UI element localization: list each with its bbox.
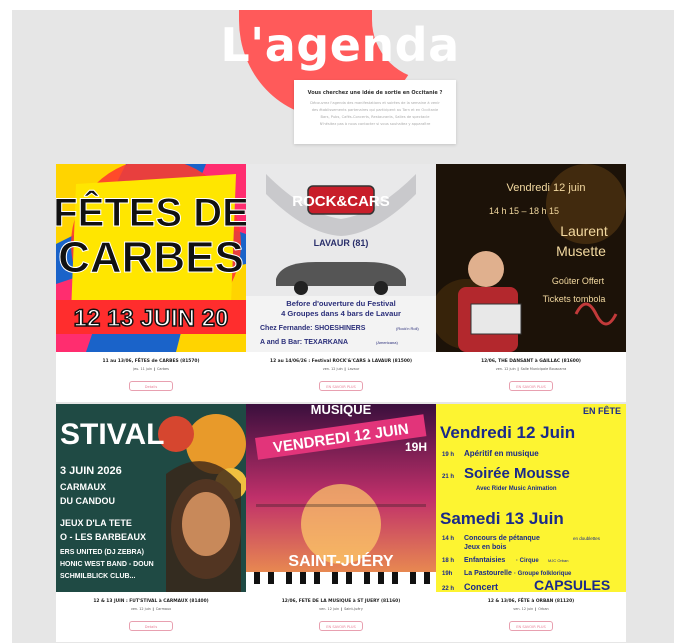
poster-text: CARBES (58, 233, 244, 282)
more-info-button[interactable]: EN SAVOIR PLUS (509, 381, 553, 391)
event-title[interactable]: 12/06, THE DANSANT à GAILLAC (81600) (436, 359, 626, 364)
event-poster[interactable]: Vendredi 12 juin 14 h 15 – 18 h 15 Laure… (436, 164, 626, 352)
more-info-button[interactable]: EN SAVOIR PLUS (509, 621, 553, 631)
event-card[interactable]: EN FÊTE Vendredi 12 Juin 19 h Apéritif e… (436, 404, 626, 642)
more-info-button[interactable]: EN SAVOIR PLUS (319, 381, 363, 391)
poster-text: Soirée Mousse (464, 465, 570, 482)
event-card[interactable]: Vendredi 12 juin 14 h 15 – 18 h 15 Laure… (436, 164, 626, 402)
more-info-button[interactable]: EN SAVOIR PLUS (319, 621, 363, 631)
event-poster[interactable]: ROCK&CARS LAVAUR (81) Before d'ouverture… (246, 164, 436, 352)
intro-box: Vous cherchez une idée de sortie en Occi… (294, 80, 456, 144)
poster-text: (Rock'n Roll) (396, 326, 419, 331)
event-poster[interactable]: STIVAL 3 JUIN 2026 CARMAUX DU CANDOU JEU… (56, 404, 246, 592)
poster-text: CARMAUX (60, 482, 106, 492)
poster-text: · Cirque (516, 558, 539, 564)
poster-text: Apéritif en musique (464, 449, 539, 458)
event-meta: ven. 12 juin ❙ Lavaur (322, 367, 360, 371)
event-title[interactable]: 12 au 14/06/26 : Festival ROCK'&'CARS à … (246, 359, 436, 364)
event-meta: ven. 12 juin ❙ Orban (513, 607, 549, 611)
poster-text: 12 13 JUIN 20 (74, 305, 229, 332)
poster-text: SCHMILBLICK CLUB... (60, 573, 135, 580)
poster-text: Before d'ouverture du Festival (286, 299, 395, 308)
event-title[interactable]: 11 au 13/06, FÊTES de CARBES (81570) (56, 359, 246, 364)
event-meta: ven. 12 juin ❙ Saint-Juéry (319, 607, 363, 611)
poster-text: 18 h (442, 558, 454, 564)
poster-text: en doublettes (573, 536, 601, 541)
poster-text: 14 h (442, 536, 454, 542)
event-card[interactable]: STIVAL 3 JUIN 2026 CARMAUX DU CANDOU JEU… (56, 404, 246, 642)
page: L'agenda Vous cherchez une idée de sorti… (0, 0, 680, 643)
event-meta: ven. 12 juin ❙ Salle Municipale Bouscarr… (495, 367, 567, 371)
poster-text: 19h (442, 571, 453, 577)
intro-line: N'hésitez pas à nous contacter si vous s… (319, 122, 431, 126)
poster-text: ROCK&CARS (292, 193, 390, 210)
event-meta: jeu. 11 juin ❙ Carbes (133, 367, 169, 371)
page-title: L'agenda (220, 18, 460, 72)
poster-text: Laurent (560, 223, 608, 239)
poster-text: Vendredi 12 juin (507, 182, 586, 194)
poster-text: JEUX D'LA TETE (60, 518, 132, 528)
details-button[interactable]: Details (129, 381, 173, 391)
poster-text: 3 JUIN 2026 (60, 465, 122, 477)
poster-text: ERS UNITED (DJ ZEBRA) (60, 549, 144, 556)
poster-text: SAINT-JUÉRY (288, 551, 394, 570)
poster-text: HONIC WEST BAND - DOUN (60, 561, 154, 568)
intro-line: Découvrez l'agenda des manifestations et… (310, 101, 440, 105)
poster-text: STIVAL (60, 418, 164, 451)
poster-text: MJC Orban (548, 558, 568, 563)
event-card[interactable]: FÊTES DE CARBES 12 13 JUIN 20 11 au 13/0… (56, 164, 246, 402)
event-title[interactable]: 12 & 13/06, FÊTE à ORBAN (81120) (436, 599, 626, 604)
poster-text: 21 h (442, 474, 454, 480)
event-poster[interactable]: MUSIQUE VENDREDI 12 JUIN 19H SAINT-JUÉRY (246, 404, 436, 592)
poster-text: Enfantaisies (464, 557, 505, 564)
poster-text: Samedi 13 Juin (440, 509, 564, 528)
details-button[interactable]: Details (129, 621, 173, 631)
poster-text: Concert (464, 582, 498, 592)
poster-text: 14 h 15 – 18 h 15 (489, 206, 559, 216)
poster-text: Goûter Offert (552, 276, 605, 286)
event-card[interactable]: MUSIQUE VENDREDI 12 JUIN 19H SAINT-JUÉRY… (246, 404, 436, 642)
poster-text: LAVAUR (81) (314, 238, 369, 248)
poster-text: (Americana) (376, 340, 398, 345)
poster-text: 19H (405, 440, 427, 454)
poster-text: 4 Groupes dans 4 bars de Lavaur (281, 309, 401, 318)
event-title[interactable]: 12 & 13 JUIN : FUT'STIVAL à CARMAUX (814… (56, 599, 246, 604)
poster-text: DU CANDOU (60, 496, 115, 506)
poster-text: A and B Bar: TEXARKANA (260, 339, 348, 346)
poster-text: Avec Rider Music Animation (476, 486, 557, 492)
poster-text: Musette (556, 243, 606, 259)
event-poster[interactable]: EN FÊTE Vendredi 12 Juin 19 h Apéritif e… (436, 404, 626, 592)
intro-text: Découvrez l'agenda des manifestations et… (294, 100, 456, 128)
poster-text: Jeux en bois (464, 544, 507, 551)
poster-text: EN FÊTE (583, 405, 621, 416)
poster-text: 19 h (442, 452, 454, 458)
poster-text: MUSIQUE (311, 404, 372, 417)
event-card[interactable]: ROCK&CARS LAVAUR (81) Before d'ouverture… (246, 164, 436, 402)
poster-text: Concours de pétanque (464, 535, 540, 542)
event-meta: ven. 12 juin ❙ Carmaux (130, 607, 172, 611)
poster-text: La Pastourelle (464, 570, 512, 577)
poster-text: Chez Fernande: SHOESHINERS (260, 325, 366, 332)
poster-text: Vendredi 12 Juin (440, 423, 575, 442)
poster-text: CAPSULES (534, 577, 610, 592)
event-title[interactable]: 12/06, FETE DE LA MUSIQUE à ST JUERY (81… (246, 599, 436, 604)
event-poster[interactable]: FÊTES DE CARBES 12 13 JUIN 20 (56, 164, 246, 352)
poster-text: Tickets tombola (543, 294, 606, 304)
intro-heading: Vous cherchez une idée de sortie en Occi… (307, 90, 443, 96)
poster-text: O - LES BARBEAUX (60, 532, 146, 542)
poster-text: 22 h (442, 586, 454, 592)
intro-line: des établissements partenaires qui parti… (311, 108, 439, 112)
intro-line: Bars, Pubs, Cafés-Concerts, Restaurants,… (320, 115, 430, 119)
poster-text: FÊTES DE (56, 189, 246, 235)
